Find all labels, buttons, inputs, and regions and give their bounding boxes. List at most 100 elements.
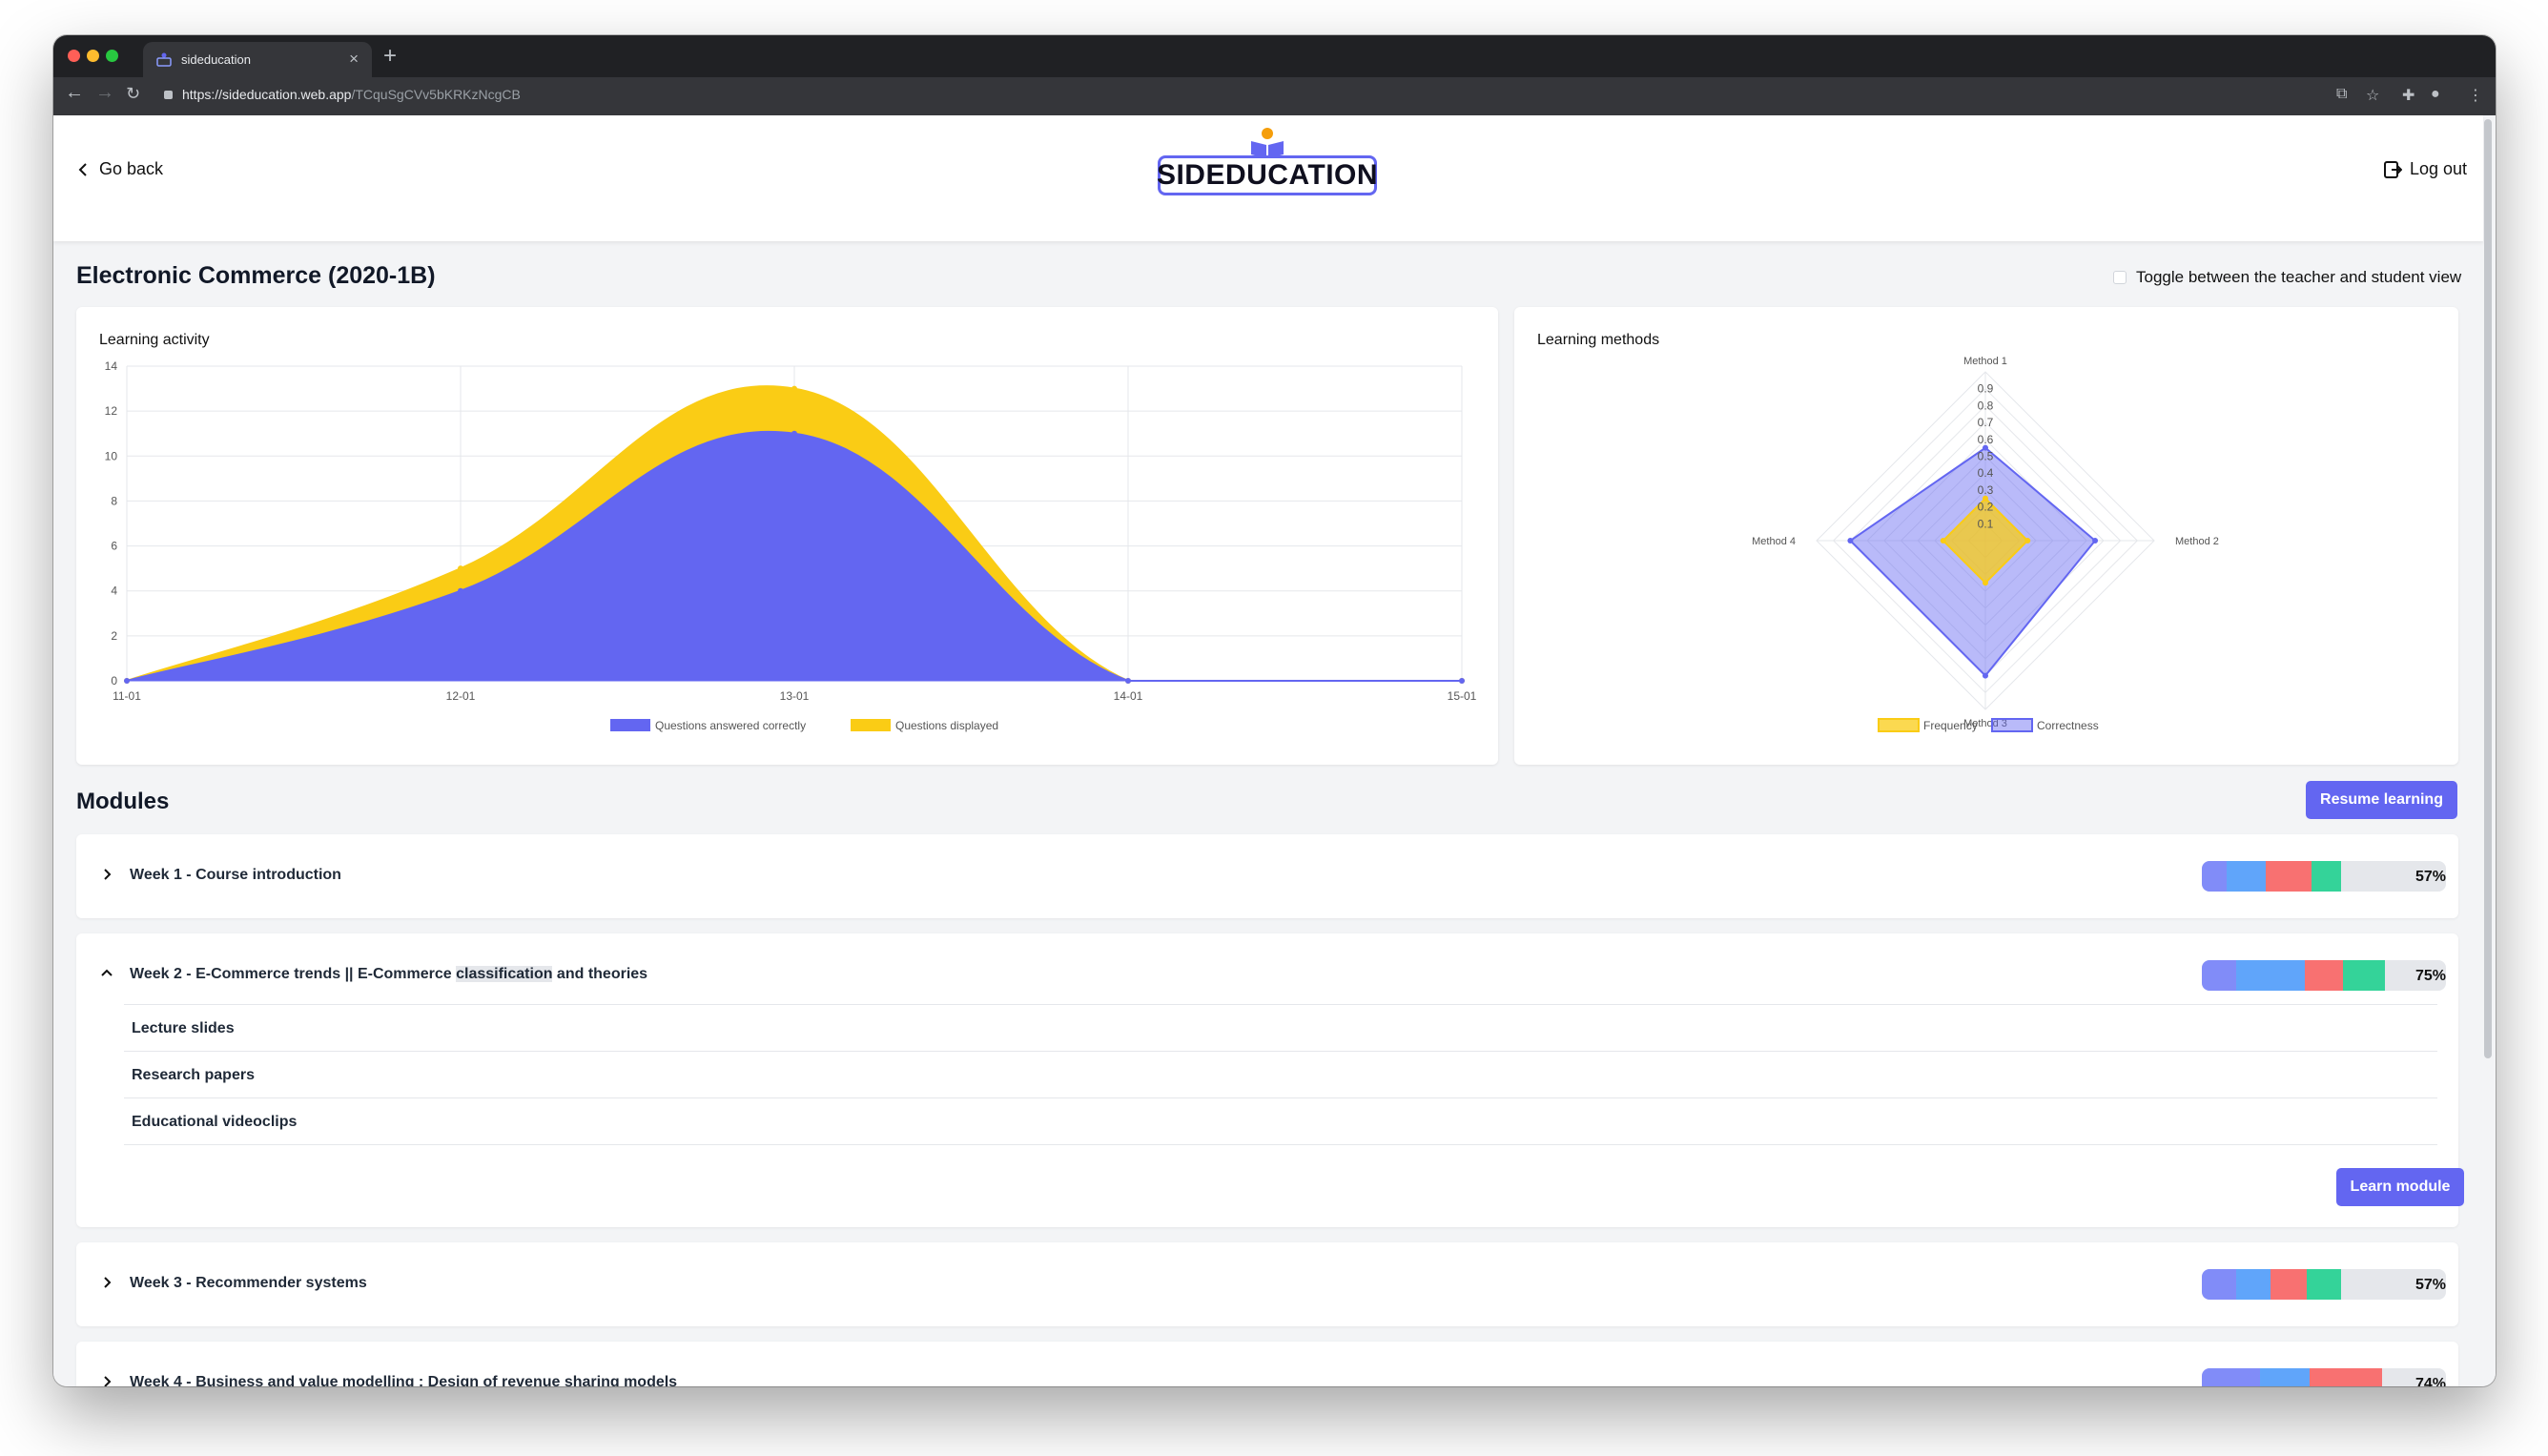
radar-tick-label: 0.3	[1978, 483, 1994, 497]
chevron-right-icon	[104, 1376, 112, 1386]
legend-label: Questions displayed	[895, 719, 998, 732]
new-tab-icon[interactable]: +	[383, 43, 397, 70]
app-header: Go back SIDEDUCATION Log out	[53, 115, 2483, 241]
close-tab-icon[interactable]: ×	[349, 50, 359, 69]
radar-axis-label: Method 1	[1963, 356, 2007, 367]
radar-tick-label: 0.1	[1978, 517, 1994, 530]
module-item-research-papers[interactable]: Research papers	[124, 1052, 2437, 1098]
url-host: https://sideducation.web.app	[182, 87, 352, 102]
chevron-right-icon	[104, 869, 112, 880]
learning-activity-card: Learning activity 0 2 4 6 8 10 12 14 11-01 12-01 1…	[76, 307, 1498, 765]
progress-segment	[2309, 1368, 2383, 1386]
menu-dots-icon[interactable]: ⋮	[2468, 86, 2483, 105]
module-item-label: Educational videoclips	[132, 1114, 298, 1130]
module-item-educational-videoclips[interactable]: Educational videoclips	[124, 1098, 2437, 1145]
resume-learning-button[interactable]: Resume learning	[2306, 781, 2457, 819]
data-point	[791, 430, 797, 437]
view-toggle-checkbox[interactable]	[2113, 271, 2127, 284]
legend-swatch	[610, 719, 650, 731]
radar-tick-label: 0.8	[1978, 399, 1994, 412]
radar-tick-label: 0.5	[1978, 450, 1994, 463]
radar-axis-label: Method 2	[2175, 536, 2219, 547]
module-title: Week 2 - E-Commerce trends || E-Commerce…	[130, 966, 647, 983]
module-title: Week 3 - Recommender systems	[130, 1275, 367, 1291]
view-toggle[interactable]: Toggle between the teacher and student v…	[2113, 268, 2461, 287]
y-tick-label: 2	[111, 629, 117, 643]
logout-button[interactable]: Log out	[2383, 159, 2467, 179]
data-point	[791, 385, 797, 392]
series-area	[127, 431, 1462, 681]
progress-segment	[2307, 1269, 2341, 1300]
module-header[interactable]: Week 1 - Course introduction 57%	[76, 834, 2458, 918]
progress-segment	[2343, 960, 2385, 991]
progress-segment	[2202, 960, 2236, 991]
sideducation-logo[interactable]: SIDEDUCATION	[1157, 127, 1378, 195]
progress-segment	[2202, 1368, 2261, 1386]
extensions-icon[interactable]: ✚	[2402, 86, 2414, 105]
logo-book-icon	[1251, 128, 1284, 158]
module-progress-percent: 57%	[2414, 1277, 2446, 1293]
chevron-left-icon	[78, 162, 87, 176]
module-progress-percent: 74%	[2414, 1376, 2446, 1386]
module-progress-bar	[2202, 960, 2446, 991]
progress-segment	[2226, 861, 2266, 892]
go-back-label: Go back	[99, 159, 164, 178]
logout-label: Log out	[2410, 159, 2468, 178]
radar-tick-label: 0.6	[1978, 433, 1994, 446]
progress-segment	[2265, 861, 2312, 892]
progress-segment	[2270, 1269, 2308, 1300]
x-tick-label: 12-01	[446, 689, 476, 703]
page-scrollbar[interactable]	[2484, 119, 2492, 1058]
y-tick-label: 10	[105, 449, 118, 462]
back-arrow-icon[interactable]: ←	[65, 82, 84, 104]
legend-swatch	[851, 719, 891, 731]
y-tick-label: 8	[111, 494, 117, 507]
address-bar[interactable]: https://sideducation.web.app/TCquSgCVv5b…	[164, 87, 521, 102]
module-item-lecture-slides[interactable]: Lecture slides	[124, 1005, 2437, 1052]
module-title-highlight: classification	[456, 966, 553, 982]
progress-segment	[2235, 1269, 2271, 1300]
learn-module-button[interactable]: Learn module	[2336, 1168, 2464, 1206]
radar-tick-label: 0.9	[1978, 382, 1994, 396]
view-toggle-label: Toggle between the teacher and student v…	[2136, 268, 2462, 286]
legend-swatch	[1991, 718, 2033, 732]
radar-point	[1983, 672, 1988, 679]
module-header[interactable]: Week 4 - Business and value modelling : …	[76, 1342, 2458, 1386]
favicon-icon	[156, 52, 172, 67]
go-back-link[interactable]: Go back	[78, 159, 163, 179]
radar-point	[1847, 538, 1854, 543]
module-header[interactable]: Week 3 - Recommender systems 57%	[76, 1242, 2458, 1326]
modules-heading: Modules	[76, 789, 170, 814]
module-progress-bar	[2202, 861, 2446, 892]
browser-tab[interactable]: sideducation ×	[143, 42, 372, 77]
bookmark-star-icon[interactable]: ☆	[2366, 86, 2379, 105]
x-tick-label: 11-01	[113, 689, 141, 703]
y-tick-label: 0	[111, 674, 117, 687]
module-item-label: Research papers	[132, 1067, 255, 1083]
translate-icon[interactable]: ⧉	[2336, 86, 2347, 103]
data-point	[458, 565, 463, 572]
radar-tick-label: 0.7	[1978, 416, 1994, 429]
page-content: Go back SIDEDUCATION Log out Electronic …	[53, 115, 2496, 1386]
x-tick-label: 15-01	[1448, 689, 1477, 703]
legend-label: Questions answered correctly	[655, 719, 806, 732]
module-week-1: Week 1 - Course introduction 57%	[76, 834, 2458, 918]
close-window-icon[interactable]	[68, 50, 80, 62]
module-title: Week 4 - Business and value modelling : …	[130, 1374, 678, 1386]
progress-segment	[2202, 1269, 2236, 1300]
module-title: Week 1 - Course introduction	[130, 867, 341, 883]
reload-icon[interactable]: ↻	[126, 84, 140, 104]
radar-point	[2024, 538, 2031, 543]
progress-segment	[2260, 1368, 2310, 1386]
radar-tick-label: 0.2	[1978, 501, 1994, 514]
module-progress-bar	[2202, 1269, 2446, 1300]
module-item-label: Lecture slides	[132, 1020, 235, 1036]
minimize-window-icon[interactable]	[87, 50, 99, 62]
progress-segment	[2235, 960, 2305, 991]
radar-point	[2092, 538, 2099, 543]
forward-arrow-icon[interactable]: →	[95, 82, 114, 104]
profile-icon[interactable]: ●	[2431, 86, 2440, 103]
maximize-window-icon[interactable]	[106, 50, 118, 62]
radar-point	[1983, 580, 1988, 586]
tab-title: sideducation	[181, 52, 251, 67]
